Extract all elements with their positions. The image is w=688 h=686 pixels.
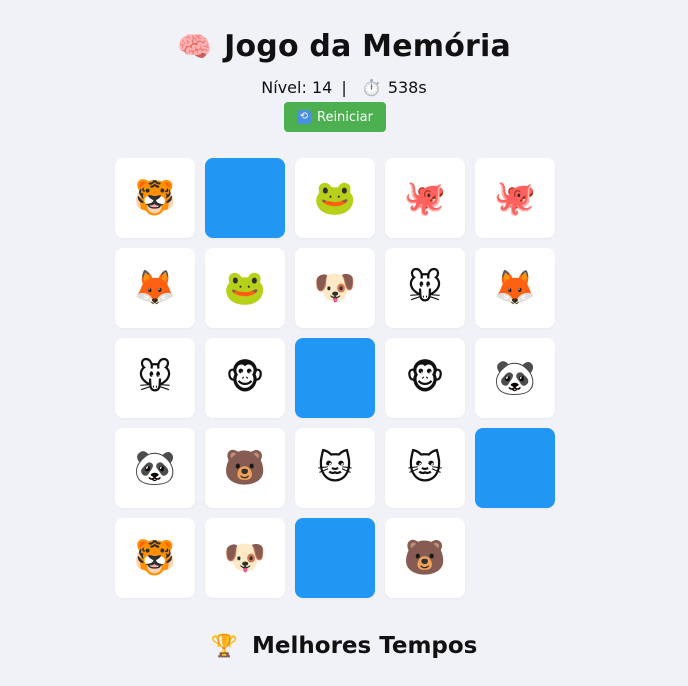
- card-mouse[interactable]: 🐭: [115, 338, 195, 418]
- card-cat[interactable]: 🐱: [385, 428, 465, 508]
- card-tiger[interactable]: 🐯: [115, 158, 195, 238]
- fox-icon: 🦊: [493, 268, 537, 308]
- tiger-icon: 🐯: [133, 178, 177, 218]
- panda-icon: 🐼: [133, 448, 177, 488]
- status-separator: |: [341, 78, 347, 97]
- card-frog[interactable]: 🐸: [205, 248, 285, 328]
- card-fox[interactable]: 🦊: [115, 248, 195, 328]
- card-panda[interactable]: 🐼: [115, 428, 195, 508]
- stopwatch-icon: ⏱️: [361, 78, 382, 97]
- card-hidden[interactable]: [295, 338, 375, 418]
- brain-icon: 🧠: [177, 30, 213, 63]
- card-hidden[interactable]: [205, 158, 285, 238]
- empty-slot: [475, 518, 555, 598]
- page-title: 🧠 Jogo da Memória: [0, 24, 688, 70]
- best-times-title: Melhores Tempos: [252, 633, 478, 659]
- level-label: Nível:: [261, 78, 307, 97]
- restart-button[interactable]: ⟲ Reiniciar: [284, 102, 386, 132]
- monkey-icon: 🐵: [405, 358, 445, 398]
- card-hidden[interactable]: [295, 518, 375, 598]
- octopus-icon: 🐙: [493, 178, 537, 218]
- card-octopus[interactable]: 🐙: [475, 158, 555, 238]
- tiger-icon: 🐯: [133, 538, 177, 578]
- bear-icon: 🐻: [403, 538, 447, 578]
- cat-icon: 🐱: [407, 448, 443, 488]
- dog-icon: 🐶: [313, 268, 357, 308]
- mouse-icon: 🐭: [137, 358, 173, 398]
- frog-icon: 🐸: [223, 268, 267, 308]
- card-fox[interactable]: 🦊: [475, 248, 555, 328]
- best-times-heading: 🏆 Melhores Tempos: [0, 626, 688, 667]
- elapsed-time: 538s: [387, 78, 427, 97]
- card-bear[interactable]: 🐻: [205, 428, 285, 508]
- cat-icon: 🐱: [317, 448, 353, 488]
- octopus-icon: 🐙: [403, 178, 447, 218]
- card-octopus[interactable]: 🐙: [385, 158, 465, 238]
- card-mouse[interactable]: 🐭: [385, 248, 465, 328]
- level-value: 14: [311, 78, 333, 97]
- frog-icon: 🐸: [313, 178, 357, 218]
- fox-icon: 🦊: [133, 268, 177, 308]
- game-status: Nível: 14 | ⏱️ 538s: [0, 77, 688, 99]
- card-frog[interactable]: 🐸: [295, 158, 375, 238]
- bear-icon: 🐻: [223, 448, 267, 488]
- card-monkey[interactable]: 🐵: [385, 338, 465, 418]
- panda-icon: 🐼: [493, 358, 537, 398]
- card-panda[interactable]: 🐼: [475, 338, 555, 418]
- memory-game-page: 🧠 Jogo da Memória Nível: 14 | ⏱️ 538s ⟲ Re…: [0, 0, 688, 686]
- card-hidden[interactable]: [475, 428, 555, 508]
- card-grid: 🐯 🐸 🐙 🐙 🦊 🐸 🐶 🐭 🦊 🐭 🐵 🐵 🐼 🐼 🐻 🐱 🐱 🐯 🐶 🐻: [115, 158, 555, 598]
- card-dog[interactable]: 🐶: [295, 248, 375, 328]
- dog-icon: 🐶: [223, 538, 267, 578]
- card-cat[interactable]: 🐱: [295, 428, 375, 508]
- trophy-icon: 🏆: [210, 634, 239, 659]
- card-bear[interactable]: 🐻: [385, 518, 465, 598]
- card-tiger[interactable]: 🐯: [115, 518, 195, 598]
- card-dog[interactable]: 🐶: [205, 518, 285, 598]
- restart-button-label: Reiniciar: [317, 109, 373, 125]
- card-monkey[interactable]: 🐵: [205, 338, 285, 418]
- monkey-icon: 🐵: [225, 358, 265, 398]
- mouse-icon: 🐭: [407, 268, 443, 308]
- page-title-text: Jogo da Memória: [224, 29, 511, 64]
- repeat-icon: ⟲: [297, 110, 311, 124]
